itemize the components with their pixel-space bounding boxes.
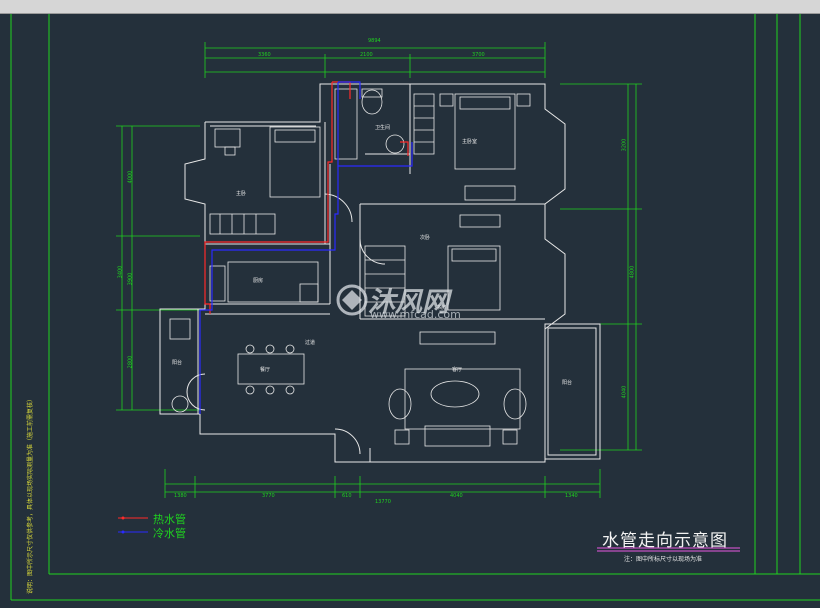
dim-right-seg2: 4800 xyxy=(629,265,636,279)
room-label-balcony2: 阳台 xyxy=(562,380,573,386)
cad-drawing-canvas: 9894 3360 2100 3700 13770 1380 3770 610 … xyxy=(0,14,820,604)
top-dimension-lines xyxy=(204,42,546,78)
room-label-master-bedroom: 主卧室 xyxy=(462,139,478,145)
watermark-url: www.mfcad.com xyxy=(370,308,461,321)
side-note: 说明：图中所示尺寸仅供参考，具体以现场实际测量为准（施工前需复核） xyxy=(27,395,34,594)
dim-left-seg2: 3400 xyxy=(117,265,124,279)
dim-bottom-total: 13770 xyxy=(375,499,391,505)
dim-right-seg1: 3200 xyxy=(621,138,628,152)
room-label-bedroom2: 次卧 xyxy=(420,235,431,241)
dim-left-seg4: 2800 xyxy=(127,355,134,369)
dim-left-seg3: 3900 xyxy=(127,272,134,286)
dim-top-seg3: 3700 xyxy=(472,52,485,58)
dim-top-seg1: 3360 xyxy=(258,52,271,58)
room-label-corridor: 过道 xyxy=(305,340,316,346)
dim-bottom-seg4: 4040 xyxy=(450,493,463,499)
dim-bottom-seg1: 1380 xyxy=(174,493,187,499)
room-label-living: 客厅 xyxy=(452,367,463,373)
dim-bottom-seg2: 3770 xyxy=(262,493,275,499)
room-label-bedroom1: 主卧 xyxy=(236,191,247,197)
room-label-balcony1: 阳台 xyxy=(172,360,183,366)
legend-cold-label: 冷水管 xyxy=(153,527,186,540)
legend-lines xyxy=(118,516,148,534)
dim-bottom-seg5: 1340 xyxy=(565,493,578,499)
room-label-dining: 餐厅 xyxy=(260,367,271,373)
dim-top-seg2: 2100 xyxy=(360,52,373,58)
dim-bottom-seg3: 610 xyxy=(342,493,352,499)
cold-water-pipe xyxy=(199,81,413,414)
drawing-title: 水管走向示意图 xyxy=(602,531,728,551)
room-label-kitchen: 厨房 xyxy=(253,278,264,284)
room-label-bathroom: 卫生间 xyxy=(375,125,391,131)
dim-right-seg3: 4040 xyxy=(621,385,628,399)
dim-top-total: 9894 xyxy=(368,38,381,44)
walls xyxy=(159,83,601,463)
watermark-logo xyxy=(336,284,368,316)
dim-left-seg1: 4000 xyxy=(127,170,134,184)
bottom-dimension-lines xyxy=(164,469,601,498)
window-top-bar xyxy=(0,0,820,14)
drawing-subtitle: 注：图中所标尺寸以现场为准 xyxy=(624,556,703,563)
